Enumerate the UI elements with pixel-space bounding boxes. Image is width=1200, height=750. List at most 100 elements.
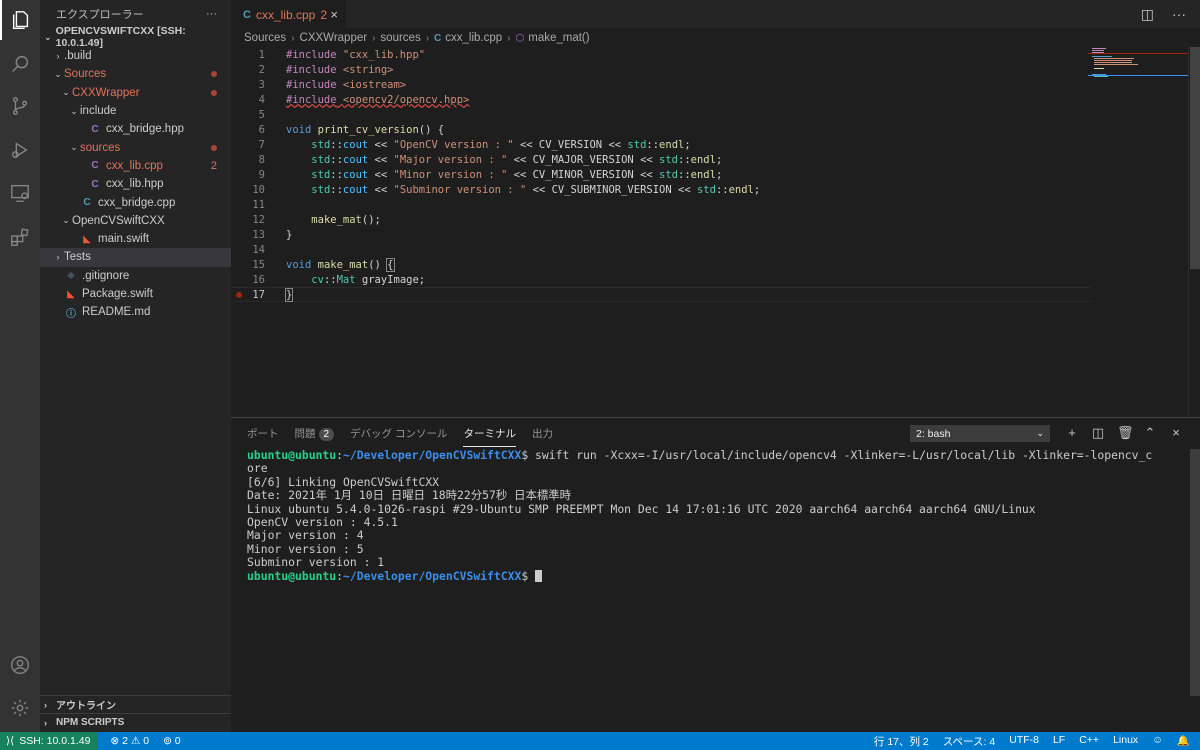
cpp-file-icon: C bbox=[434, 32, 442, 44]
code-editor[interactable]: 1 #include "cxx_lib.hpp" 2 #include <strin… bbox=[231, 47, 1091, 417]
chevron-down-icon: ⌄ bbox=[54, 68, 62, 79]
tab-terminal[interactable]: ターミナル bbox=[463, 420, 516, 447]
encoding[interactable]: UTF-8 bbox=[1009, 734, 1039, 749]
tree-item[interactable]: ◣ Package.swift bbox=[40, 285, 231, 303]
workspace-root-label: OPENCVSWIFTCXX [SSH: 10.0.1.49] bbox=[55, 25, 186, 49]
line-number: 16 bbox=[252, 273, 265, 286]
line-text: } bbox=[286, 228, 293, 241]
breadcrumb-item[interactable]: make_mat() bbox=[528, 32, 589, 44]
tab-cxx-lib-cpp[interactable]: C cxx_lib.cpp 2 × bbox=[231, 0, 346, 28]
cpp-file-icon: C bbox=[243, 8, 251, 21]
breadcrumb-item[interactable]: CXXWrapper bbox=[300, 32, 368, 44]
tree-item[interactable]: Ccxx_lib.cpp 2 bbox=[40, 157, 231, 175]
tree-item[interactable]: Ccxx_bridge.cpp bbox=[40, 193, 231, 211]
panel-tabs: ポート 問題 2 デバッグ コンソール ターミナル 出力 bbox=[247, 418, 553, 448]
tree-item[interactable]: ◣ main.swift bbox=[40, 230, 231, 248]
split-terminal-icon[interactable]: ◫ bbox=[1091, 425, 1105, 441]
breakpoint-icon[interactable] bbox=[236, 291, 242, 298]
terminal-scrollbar[interactable] bbox=[1190, 449, 1200, 696]
terminal-line: OpenCV version : 4.5.1 bbox=[247, 514, 398, 529]
split-editor-icon[interactable]: ◫ bbox=[1141, 6, 1154, 23]
bell-icon[interactable]: 🔔 bbox=[1177, 734, 1190, 749]
explorer-icon[interactable] bbox=[0, 0, 40, 40]
line-text: std::cout << "Major version : " << CV_MA… bbox=[311, 153, 723, 166]
breadcrumb-item[interactable]: sources bbox=[380, 32, 420, 44]
chevron-down-icon: ⌄ bbox=[62, 87, 70, 98]
code-line: 14 bbox=[231, 242, 1091, 257]
account-icon[interactable] bbox=[0, 645, 40, 685]
editor-scrollbar[interactable] bbox=[1188, 47, 1200, 417]
prompt-user: ubuntu@ubuntu bbox=[247, 448, 337, 462]
terminal-line: ubuntu@ubuntu:~/Developer/OpenCVSwiftCXX… bbox=[247, 448, 1153, 462]
run-debug-icon[interactable] bbox=[0, 130, 40, 170]
close-icon[interactable]: × bbox=[330, 7, 338, 22]
extensions-icon[interactable] bbox=[0, 217, 40, 257]
chevron-right-icon: › bbox=[425, 32, 430, 44]
source-control-icon[interactable] bbox=[0, 86, 40, 126]
tree-item[interactable]: ⌄ Sources bbox=[40, 65, 231, 83]
remote-indicator[interactable]: ⟩⟨ SSH: 10.0.1.49 bbox=[0, 732, 99, 750]
workspace-root[interactable]: ⌄ OPENCVSWIFTCXX [SSH: 10.0.1.49] bbox=[40, 25, 231, 49]
maximize-panel-icon[interactable]: ⌃ bbox=[1143, 425, 1157, 441]
modified-dot-icon bbox=[211, 89, 217, 96]
code-line: 8 std::cout << "Major version : " << CV_… bbox=[231, 152, 1091, 167]
more-actions-icon[interactable]: ··· bbox=[1172, 6, 1186, 23]
terminal[interactable]: ubuntu@ubuntu:~/Developer/OpenCVSwiftCXX… bbox=[247, 448, 1187, 583]
tree-item-label: sources bbox=[80, 141, 121, 154]
close-panel-icon[interactable]: × bbox=[1169, 425, 1183, 441]
manage-icon[interactable] bbox=[0, 688, 40, 728]
indentation[interactable]: スペース: 4 bbox=[943, 734, 995, 749]
code-line: 10 std::cout << "Subminor version : " <<… bbox=[231, 182, 1091, 197]
tree-item[interactable]: ⌄ include bbox=[40, 102, 231, 120]
os-indicator[interactable]: Linux bbox=[1113, 734, 1138, 749]
eol[interactable]: LF bbox=[1053, 734, 1065, 749]
remote-explorer-icon[interactable] bbox=[0, 173, 40, 213]
terminal-select[interactable]: 2: bash ⌄ bbox=[910, 425, 1050, 442]
language-mode[interactable]: C++ bbox=[1079, 734, 1099, 749]
tree-item[interactable]: Ccxx_lib.hpp bbox=[40, 175, 231, 193]
line-number: 6 bbox=[258, 123, 265, 136]
chevron-right-icon: › bbox=[56, 51, 60, 62]
tree-item[interactable]: › Tests bbox=[40, 248, 231, 267]
tree-item[interactable]: ⌄ sources bbox=[40, 139, 231, 157]
new-terminal-icon[interactable]: + bbox=[1065, 425, 1079, 441]
line-number: 14 bbox=[252, 243, 265, 256]
scrollbar-thumb[interactable] bbox=[1190, 47, 1200, 269]
tab-ports[interactable]: ポート bbox=[247, 426, 279, 441]
line-text: void make_mat() { bbox=[286, 257, 395, 272]
tree-item-label: cxx_bridge.cpp bbox=[98, 196, 176, 209]
problems-status[interactable]: ⊗ 2 ⚠ 0 bbox=[110, 735, 149, 747]
tree-item[interactable]: Ccxx_bridge.hpp bbox=[40, 120, 231, 138]
outline-section[interactable]: › アウトライン bbox=[40, 695, 231, 713]
tree-item-label: cxx_bridge.hpp bbox=[106, 123, 184, 136]
editor-tabs: C cxx_lib.cpp 2 × ◫ ··· bbox=[231, 0, 1200, 28]
line-number: 9 bbox=[258, 168, 265, 181]
tab-problems[interactable]: 問題 2 bbox=[295, 426, 335, 441]
terminal-select-value: 2: bash bbox=[916, 427, 951, 440]
npm-scripts-label: NPM SCRIPTS bbox=[56, 717, 125, 728]
tree-item[interactable]: ⓘ README.md bbox=[40, 303, 231, 321]
file-type-icon: ◆ bbox=[67, 270, 75, 282]
breadcrumb-item[interactable]: cxx_lib.cpp bbox=[445, 32, 502, 44]
tab-output[interactable]: 出力 bbox=[532, 426, 553, 441]
tree-item-label: Tests bbox=[64, 251, 91, 264]
tree-item[interactable]: ⌄ OpenCVSwiftCXX bbox=[40, 212, 231, 230]
terminal-line: Linux ubuntu 5.4.0-1026-raspi #29-Ubuntu… bbox=[247, 501, 1036, 516]
terminal-line: Minor version : 5 bbox=[247, 541, 364, 556]
tab-debug-console[interactable]: デバッグ コンソール bbox=[350, 426, 447, 441]
prompt-path: ~/Developer/OpenCVSwiftCXX bbox=[343, 568, 522, 583]
tree-item[interactable]: ◆ .gitignore bbox=[40, 267, 231, 285]
breadcrumb: Sources › CXXWrapper › sources › C cxx_l… bbox=[231, 28, 1200, 48]
minimap[interactable] bbox=[1088, 47, 1188, 87]
npm-scripts-section[interactable]: › NPM SCRIPTS bbox=[40, 713, 231, 731]
search-icon[interactable] bbox=[0, 44, 40, 84]
cursor-position[interactable]: 行 17、列 2 bbox=[874, 734, 929, 749]
more-actions-icon[interactable]: ··· bbox=[206, 8, 217, 20]
trash-icon[interactable]: 🗑 bbox=[1117, 425, 1134, 441]
tree-item[interactable]: ⌄ CXXWrapper bbox=[40, 84, 231, 102]
file-type-icon: C bbox=[83, 197, 91, 209]
breadcrumb-item[interactable]: Sources bbox=[244, 32, 286, 44]
feedback-icon[interactable]: ☺ bbox=[1152, 734, 1163, 749]
tree-item[interactable]: › .build bbox=[40, 47, 231, 65]
ports-status[interactable]: ⊚ 0 bbox=[163, 735, 181, 747]
